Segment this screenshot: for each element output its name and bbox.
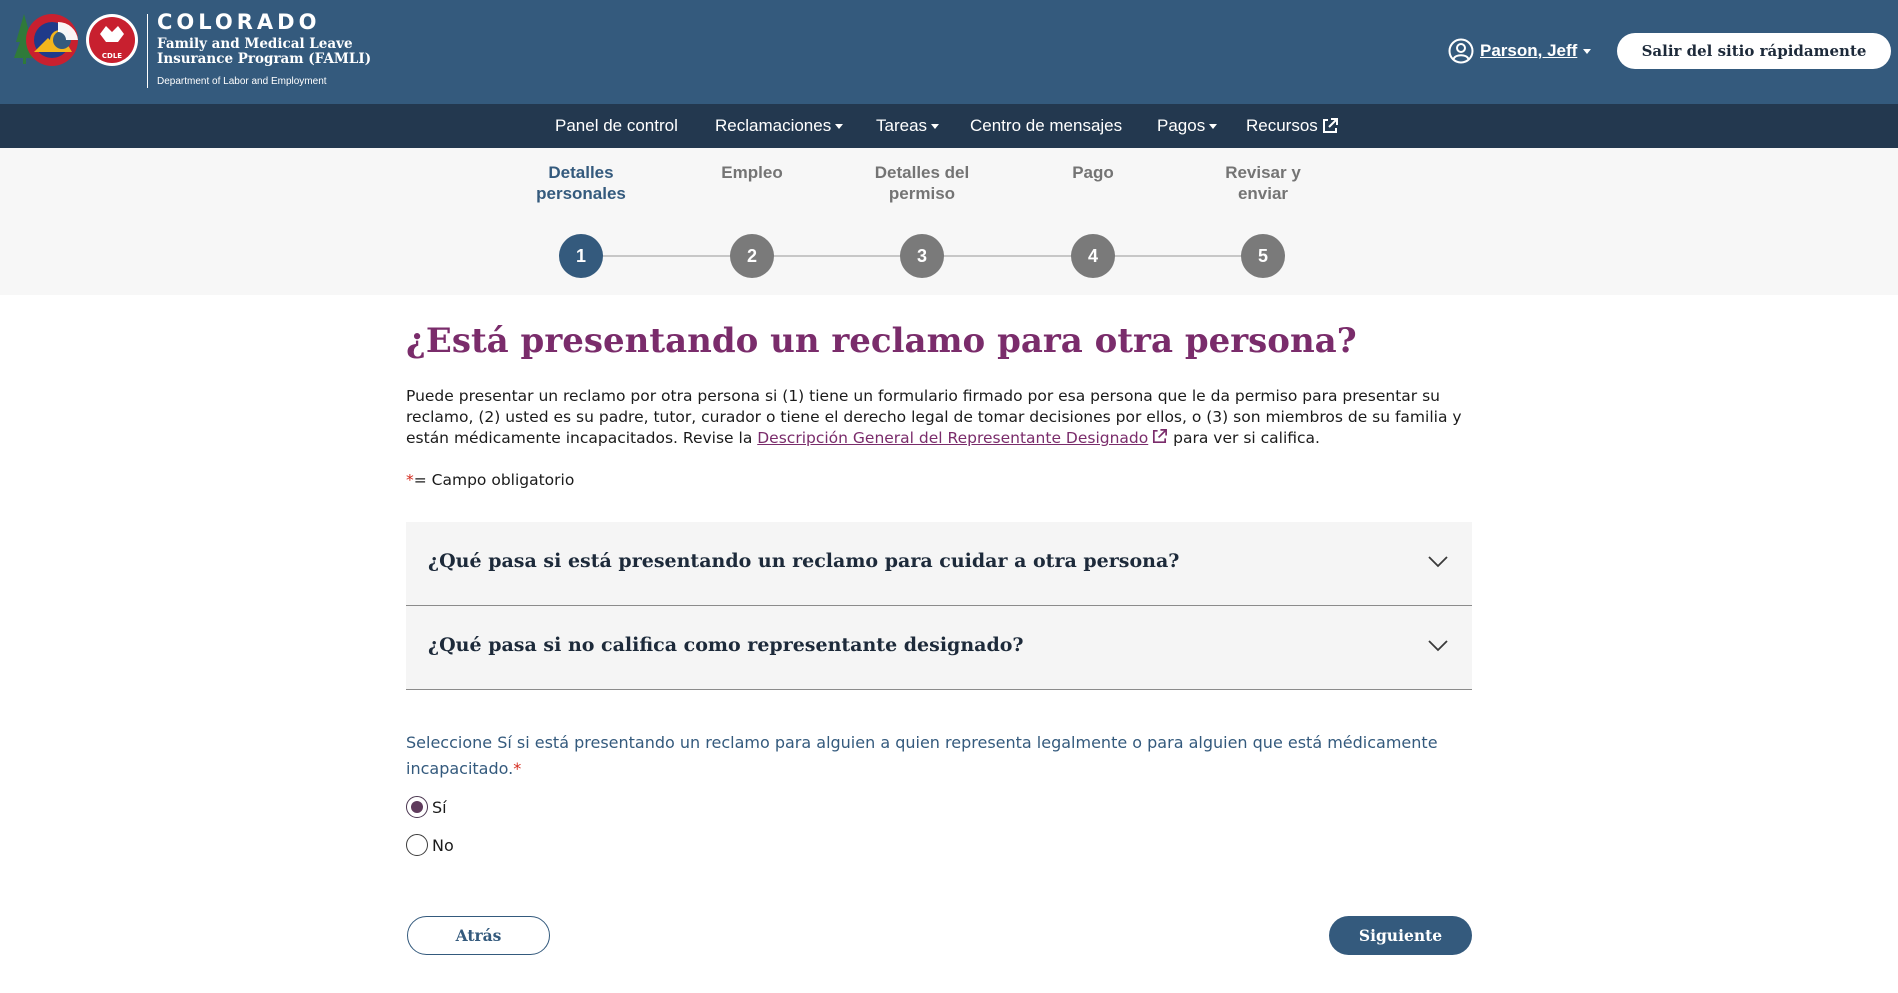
required-field-note: *= Campo obligatorio	[406, 471, 575, 489]
accordion-not-qualified[interactable]: ¿Qué pasa si no califica como representa…	[406, 606, 1472, 690]
step-label-leave-details: Detalles del permiso	[874, 163, 970, 203]
logo-divider	[147, 14, 148, 88]
nav-item-label: Recursos	[1246, 116, 1318, 135]
step-label-personal-details: Detalles personales	[536, 163, 626, 203]
step-5[interactable]: 5	[1241, 234, 1285, 278]
nav-item-label: Centro de mensajes	[970, 116, 1123, 135]
nav-item-label: Pagos	[1157, 116, 1206, 135]
chevron-down-icon	[931, 123, 940, 129]
nav-item-label: Tareas	[876, 116, 928, 135]
radio-button-no[interactable]	[406, 834, 428, 856]
famli-logo[interactable]: CDLE COLORADO Family and Medical Leave I…	[14, 10, 371, 92]
site-header: CDLE COLORADO Family and Medical Leave I…	[0, 0, 1898, 104]
next-button[interactable]: Siguiente	[1329, 916, 1472, 955]
department-name: Department of Labor and Employment	[157, 76, 327, 87]
step-3[interactable]: 3	[900, 234, 944, 278]
step-label-payment: Pago	[1072, 163, 1114, 182]
logo-badge-text: CDLE	[101, 52, 123, 60]
step-label-review-submit: Revisar y enviar	[1225, 163, 1301, 203]
step-1[interactable]: 1	[559, 234, 603, 278]
brand-name: COLORADO	[157, 10, 321, 34]
nav-item-dashboard[interactable]: Panel de control	[555, 104, 678, 148]
step-2[interactable]: 2	[730, 234, 774, 278]
external-link-icon	[1153, 429, 1168, 444]
step-4[interactable]: 4	[1071, 234, 1115, 278]
main-nav: Panel de control Reclamaciones Tareas Ce…	[0, 104, 1898, 148]
chevron-down-icon	[1209, 123, 1218, 129]
nav-item-message-center[interactable]: Centro de mensajes	[970, 104, 1122, 148]
page-title: ¿Está presentando un reclamo para otra p…	[406, 321, 1357, 361]
accordion-title: ¿Qué pasa si no califica como representa…	[428, 634, 1024, 656]
external-link-icon	[1322, 118, 1338, 133]
radio-button-yes[interactable]	[406, 796, 428, 818]
radio-label-no: No	[432, 835, 454, 855]
chevron-down-icon	[1428, 556, 1448, 568]
stepper-connector	[773, 255, 1249, 257]
radio-label-yes: Sí	[432, 797, 447, 817]
accordion-title: ¿Qué pasa si está presentando un reclamo…	[428, 550, 1180, 572]
radio-yes[interactable]: Sí	[406, 795, 447, 819]
quick-exit-button[interactable]: Salir del sitio rápidamente	[1617, 33, 1891, 69]
user-circle-icon	[1448, 38, 1474, 64]
radio-no[interactable]: No	[406, 833, 454, 857]
chevron-down-icon	[1583, 48, 1592, 54]
user-menu[interactable]: Parson, Jeff	[1448, 37, 1592, 65]
nav-item-tasks[interactable]: Tareas	[876, 104, 940, 148]
colorado-cdle-logo-icon	[14, 14, 138, 66]
back-button[interactable]: Atrás	[407, 916, 550, 955]
nav-item-label: Panel de control	[555, 116, 678, 135]
nav-item-label: Reclamaciones	[715, 116, 832, 135]
nav-item-claims[interactable]: Reclamaciones	[715, 104, 844, 148]
designated-representative-link[interactable]: Descripción General del Representante De…	[757, 429, 1168, 447]
nav-item-payments[interactable]: Pagos	[1157, 104, 1218, 148]
user-name: Parson, Jeff	[1480, 41, 1578, 60]
chevron-down-icon	[1428, 640, 1448, 652]
accordion-caring-for-another[interactable]: ¿Qué pasa si está presentando un reclamo…	[406, 522, 1472, 606]
chevron-down-icon	[835, 123, 844, 129]
program-name: Family and Medical Leave Insurance Progr…	[157, 36, 372, 68]
representation-question: Seleccione Sí si está presentando un rec…	[406, 733, 1438, 778]
progress-stepper: Detalles personales Empleo Detalles del pe…	[0, 148, 1898, 295]
intro-text: Puede presentar un reclamo por otra pers…	[406, 387, 1462, 447]
step-label-employment: Empleo	[721, 163, 783, 182]
nav-item-resources[interactable]: Recursos	[1246, 104, 1339, 148]
